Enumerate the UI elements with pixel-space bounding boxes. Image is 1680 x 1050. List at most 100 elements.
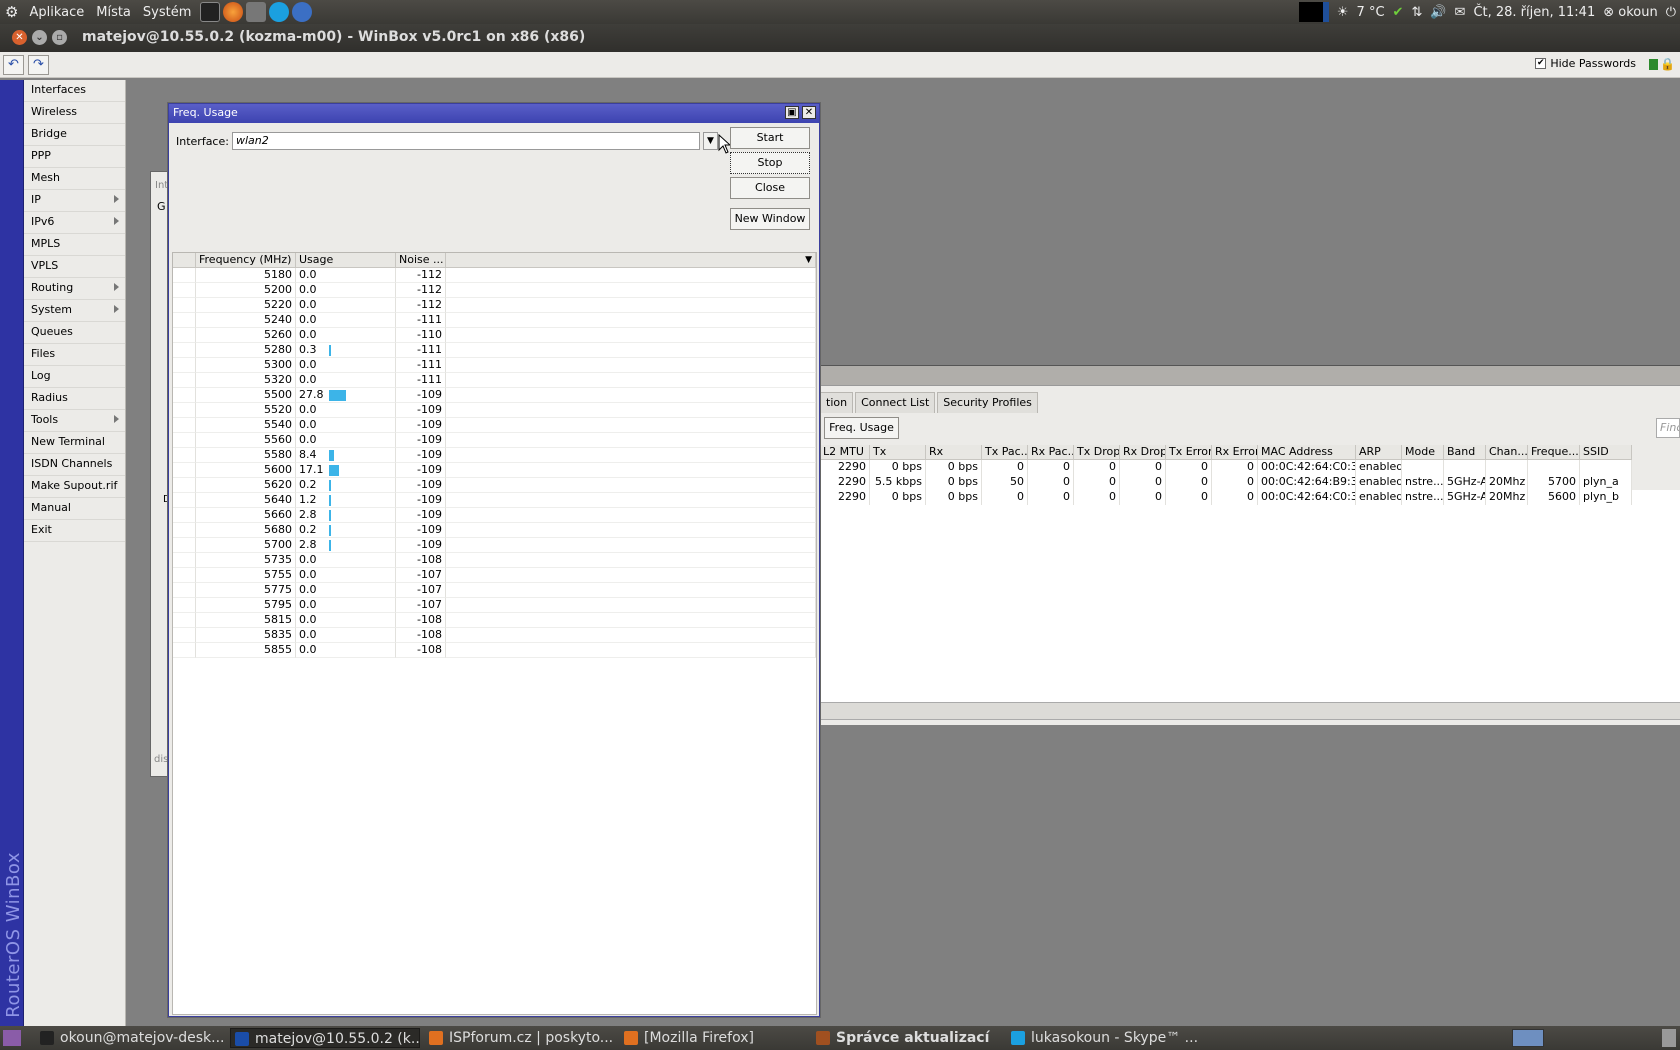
table-row[interactable]: 5320 0.0 -111 <box>173 373 816 388</box>
taskbar-item[interactable]: lukasokoun - Skype™ ... <box>1007 1028 1207 1048</box>
hide-passwords-checkbox[interactable]: ✔ <box>1535 58 1547 69</box>
column-header[interactable]: MAC Address <box>1258 445 1356 460</box>
sidebar-item-wireless[interactable]: Wireless <box>24 102 125 124</box>
workspace-switcher-icon[interactable] <box>1512 1029 1544 1047</box>
find-input[interactable]: Find <box>1656 418 1680 438</box>
table-row[interactable]: 5600 17.1 -109 <box>173 463 816 478</box>
ubuntu-logo-icon[interactable]: ⚙ <box>5 3 18 21</box>
table-row[interactable]: 5680 0.2 -109 <box>173 523 816 538</box>
sidebar-item-routing[interactable]: Routing <box>24 278 125 300</box>
sidebar-item-tools[interactable]: Tools <box>24 410 125 432</box>
sidebar-item-mpls[interactable]: MPLS <box>24 234 125 256</box>
column-header-frequency[interactable]: Frequency (MHz) / <box>196 253 296 268</box>
table-row[interactable]: 5520 0.0 -109 <box>173 403 816 418</box>
table-row[interactable]: 2290 0 bps 0 bps 0 0 0 0 0 0 00:0C:42:64:C0:37 ena… <box>820 460 1680 475</box>
column-header[interactable]: Rx Drops <box>1120 445 1166 460</box>
taskbar-item[interactable]: Správce aktualizací <box>812 1028 1002 1048</box>
close-dialog-icon[interactable]: ✕ <box>802 106 816 119</box>
tab-registration[interactable]: tion <box>820 392 854 413</box>
table-row[interactable]: 5580 8.4 -109 <box>173 448 816 463</box>
sidebar-item-ppp[interactable]: PPP <box>24 146 125 168</box>
sound-launcher-icon[interactable] <box>246 2 267 22</box>
taskbar-item[interactable]: ISPforum.cz | poskyto... <box>425 1028 615 1048</box>
sidebar-item-vpls[interactable]: VPLS <box>24 256 125 278</box>
system-monitor-icon[interactable] <box>1298 2 1329 22</box>
interface-field[interactable]: wlan2 <box>232 132 700 150</box>
taskbar-item[interactable]: [Mozilla Firefox] <box>620 1028 805 1048</box>
stop-button[interactable]: Stop <box>730 152 810 174</box>
menu-system[interactable]: Systém <box>138 5 196 20</box>
column-header-noise[interactable]: Noise ... <box>396 253 446 268</box>
table-row[interactable]: 5700 2.8 -109 <box>173 538 816 553</box>
start-button[interactable]: Start <box>730 127 810 149</box>
redo-button[interactable]: ↷ <box>28 55 49 75</box>
table-row[interactable]: 5260 0.0 -110 <box>173 328 816 343</box>
table-row[interactable]: 5815 0.0 -108 <box>173 613 816 628</box>
weather-temp[interactable]: 7 °C <box>1357 5 1385 20</box>
minimize-window-icon[interactable]: ⌄ <box>32 30 47 45</box>
clock[interactable]: Čt, 28. říjen, 11:41 <box>1473 5 1595 20</box>
menu-places[interactable]: Místa <box>91 5 136 20</box>
table-row[interactable]: 5540 0.0 -109 <box>173 418 816 433</box>
column-header-usage[interactable]: Usage <box>296 253 396 268</box>
sidebar-item-interfaces[interactable]: Interfaces <box>24 80 125 102</box>
table-row[interactable]: 5835 0.0 -108 <box>173 628 816 643</box>
sidebar-item-bridge[interactable]: Bridge <box>24 124 125 146</box>
sidebar-item-manual[interactable]: Manual <box>24 498 125 520</box>
column-header[interactable]: Rx Errors <box>1212 445 1258 460</box>
column-header[interactable]: Tx Drops <box>1074 445 1120 460</box>
column-header[interactable]: Rx Pac... <box>1028 445 1074 460</box>
tab-security-profiles[interactable]: Security Profiles <box>937 392 1038 413</box>
table-row[interactable]: 5775 0.0 -107 <box>173 583 816 598</box>
new-window-button[interactable]: New Window <box>730 208 810 230</box>
table-row[interactable]: 2290 0 bps 0 bps 0 0 0 0 0 0 00:0C:42:64:C0:37 ena… <box>820 490 1680 505</box>
column-header[interactable]: Tx Pac... <box>982 445 1028 460</box>
table-row[interactable]: 5855 0.0 -108 <box>173 643 816 658</box>
column-header[interactable]: Chan... <box>1486 445 1528 460</box>
show-desktop-icon[interactable] <box>3 1030 21 1046</box>
mail-icon[interactable]: ✉ <box>1455 5 1466 20</box>
sidebar-item-new-terminal[interactable]: New Terminal <box>24 432 125 454</box>
column-header[interactable]: Mode <box>1402 445 1444 460</box>
close-button[interactable]: Close <box>730 177 810 199</box>
table-row[interactable]: 5735 0.0 -108 <box>173 553 816 568</box>
sidebar-item-ipv6[interactable]: IPv6 <box>24 212 125 234</box>
firefox-launcher-icon[interactable] <box>223 2 244 22</box>
column-header[interactable]: Tx Errors <box>1166 445 1212 460</box>
hide-passwords-toggle[interactable]: ✔ Hide Passwords <box>1535 57 1636 70</box>
table-row[interactable]: 5280 0.3 -111 <box>173 343 816 358</box>
column-header[interactable]: Tx <box>870 445 926 460</box>
sidebar-item-isdn-channels[interactable]: ISDN Channels <box>24 454 125 476</box>
sidebar-item-queues[interactable]: Queues <box>24 322 125 344</box>
menu-applications[interactable]: Aplikace <box>24 5 89 20</box>
sidebar-item-log[interactable]: Log <box>24 366 125 388</box>
network-icon[interactable]: ⇅ <box>1411 5 1422 20</box>
freq-usage-button[interactable]: Freq. Usage <box>824 417 899 439</box>
table-row[interactable]: 5620 0.2 -109 <box>173 478 816 493</box>
sidebar-item-mesh[interactable]: Mesh <box>24 168 125 190</box>
freq-usage-titlebar[interactable]: Freq. Usage ▣ ✕ <box>169 104 819 123</box>
interfaces-window-edge[interactable]: Int G D dis <box>150 171 171 777</box>
column-header[interactable]: Band <box>1444 445 1486 460</box>
sidebar-item-files[interactable]: Files <box>24 344 125 366</box>
terminal-launcher-icon[interactable] <box>200 2 221 22</box>
column-header[interactable]: L2 MTU <box>820 445 870 460</box>
sidebar-item-system[interactable]: System <box>24 300 125 322</box>
trash-icon[interactable] <box>1662 1029 1676 1047</box>
taskbar-item[interactable]: matejov@10.55.0.2 (k... <box>230 1028 420 1048</box>
maximize-window-icon[interactable]: ▫ <box>52 30 67 45</box>
sidebar-item-ip[interactable]: IP <box>24 190 125 212</box>
table-row[interactable]: 2290 5.5 kbps 0 bps 50 0 0 0 0 0 00:0C:42:64:B9:3… <box>820 475 1680 490</box>
sidebar-item-radius[interactable]: Radius <box>24 388 125 410</box>
column-header[interactable]: Rx <box>926 445 982 460</box>
column-chooser-icon[interactable]: ▼ <box>805 253 812 267</box>
table-row[interactable]: 5180 0.0 -112 <box>173 268 816 283</box>
tab-connect-list[interactable]: Connect List <box>855 392 936 413</box>
table-row[interactable]: 5640 1.2 -109 <box>173 493 816 508</box>
sidebar-item-exit[interactable]: Exit <box>24 520 125 542</box>
thunderbird-launcher-icon[interactable] <box>292 2 313 22</box>
sidebar-item-make-supout-rif[interactable]: Make Supout.rif <box>24 476 125 498</box>
column-header[interactable]: ARP <box>1356 445 1402 460</box>
weather-icon[interactable]: ☀ <box>1337 5 1349 20</box>
skype-launcher-icon[interactable] <box>269 2 290 22</box>
